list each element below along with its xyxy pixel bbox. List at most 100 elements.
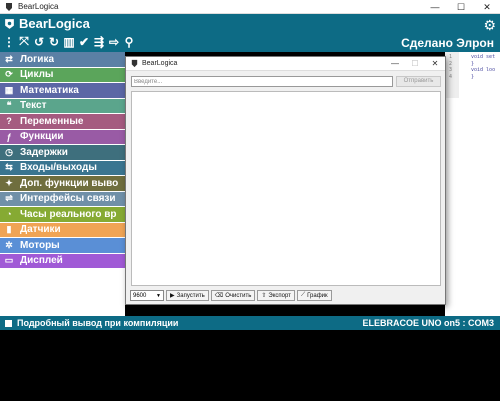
- toolbox-category-label: Функции: [20, 131, 64, 143]
- function-icon: ƒ: [6, 131, 12, 142]
- serial-output: [131, 91, 441, 286]
- text-icon: ❝: [6, 100, 12, 111]
- chart-icon: ⟋: [300, 292, 306, 298]
- toolbox-category-label: Переменные: [20, 115, 84, 127]
- toolbox-category-label: Логика: [20, 53, 55, 65]
- variable-icon: ?: [6, 116, 12, 127]
- timer-icon: ◷: [5, 146, 13, 157]
- sensor-icon: ▮: [6, 224, 12, 235]
- board-port-label: ELEBRACOE UNO on5 : COM3: [362, 318, 494, 328]
- verbose-label: Подробный вывод при компиляции: [17, 318, 179, 328]
- toolbox-category-label: Часы реального вр: [20, 208, 117, 220]
- math-icon: ▦: [4, 84, 14, 95]
- maximize-button[interactable]: ☐: [448, 0, 474, 14]
- export-icon: ⇧: [261, 293, 267, 299]
- chevron-down-icon: ▼: [156, 292, 161, 299]
- toolbox-category[interactable]: ƒ Функции: [0, 129, 125, 144]
- serial-minimize-button[interactable]: —: [385, 57, 405, 71]
- code-editor[interactable]: 1 void set 2} 3 void loo 4}: [445, 52, 500, 98]
- toolbox-category[interactable]: ⇌ Интерфейсы связи: [0, 191, 125, 206]
- toolbox-category-label: Циклы: [20, 69, 54, 81]
- serial-monitor-window: BearLogica — ☐ ✕ Отправить 9600 ▼ ▶Запус…: [125, 56, 446, 305]
- play-icon: ▶: [170, 293, 175, 299]
- baud-rate-select[interactable]: 9600 ▼: [130, 290, 164, 301]
- eraser-icon: ⌫: [214, 293, 224, 299]
- serial-window-titlebar: BearLogica — ☐ ✕: [126, 57, 445, 71]
- check-icon[interactable]: ✔: [78, 35, 90, 49]
- serial-close-button[interactable]: ✕: [425, 57, 445, 71]
- serial-maximize-button: ☐: [411, 58, 419, 68]
- motor-icon: ✲: [5, 239, 13, 250]
- line-number: 3: [449, 67, 453, 73]
- more-vert-icon[interactable]: ⋮: [3, 35, 15, 49]
- status-bar: Подробный вывод при компиляции ELEBRACOE…: [0, 316, 500, 330]
- toolbox-category-label: Входы/выходы: [20, 162, 97, 174]
- code-line: void set: [471, 54, 496, 60]
- settings-gear-icon[interactable]: ⚙: [483, 17, 496, 34]
- toolbox-category[interactable]: ? Переменные: [0, 114, 125, 129]
- minimize-button[interactable]: —: [422, 0, 448, 14]
- code-line: }: [471, 60, 475, 67]
- undo-icon[interactable]: ↺: [33, 35, 45, 49]
- app-header: BearLogica ⚙ ⋮ ⤧ ↺ ↻ ▥ ✔ ⇶ ⇨ ⚲ Сделано Э…: [0, 14, 500, 52]
- toolbox-category[interactable]: ❝ Текст: [0, 98, 125, 113]
- verbose-checkbox[interactable]: [5, 319, 12, 327]
- film-icon[interactable]: ▥: [63, 35, 75, 49]
- code-line: void loo: [471, 67, 496, 73]
- play-button[interactable]: ▶ Запустить: [166, 290, 209, 301]
- redo-icon[interactable]: ↻: [48, 35, 60, 49]
- toolbox-category-label: Текст: [20, 100, 47, 112]
- toolbox-category-label: Задержки: [20, 146, 68, 158]
- io-icon: ⇆: [5, 162, 13, 173]
- toolbox-category[interactable]: ⟳ Циклы: [0, 67, 125, 82]
- loop-icon: ⟳: [5, 69, 13, 80]
- toolbox-category[interactable]: ✦ Доп. функции выво: [0, 176, 125, 191]
- usb-icon[interactable]: ⇶: [93, 35, 105, 49]
- toolbox-category[interactable]: ⇄ Логика: [0, 52, 125, 67]
- toolbar: ⋮ ⤧ ↺ ↻ ▥ ✔ ⇶ ⇨ ⚲: [3, 34, 135, 49]
- blocks-toolbox: ⇄ Логика ⟳ Циклы ▦ Математика ❝ Текст? Переменны…: [0, 52, 125, 316]
- button-label: Очистить: [225, 292, 252, 299]
- export-icon[interactable]: ⇨: [108, 35, 120, 49]
- toolbox-category[interactable]: ✲ Моторы: [0, 238, 125, 253]
- serial-window-title: BearLogica: [142, 60, 178, 67]
- made-by-label: Сделано Элрон: [401, 36, 494, 50]
- app-title: BearLogica: [19, 16, 90, 31]
- baud-rate-value: 9600: [133, 292, 147, 299]
- send-button[interactable]: Отправить: [396, 76, 441, 87]
- clock-icon: ◔: [6, 209, 12, 220]
- line-number: 1: [449, 54, 453, 60]
- line-number: 4: [449, 73, 453, 80]
- fullscreen-icon[interactable]: ⤧: [18, 34, 30, 48]
- bear-logo-icon: [131, 59, 138, 68]
- export-button[interactable]: ⇧ Экспорт: [257, 290, 295, 301]
- logic-icon: ⇄: [5, 53, 13, 64]
- eraser-button[interactable]: ⌫ Очистить: [210, 290, 256, 301]
- button-label: Экспорт: [268, 292, 291, 299]
- interface-icon: ⇌: [5, 193, 13, 204]
- serial-input[interactable]: [131, 76, 393, 87]
- toolbox-category-label: Интерфейсы связи: [20, 193, 116, 205]
- toolbox-category[interactable]: ▮ Датчики: [0, 222, 125, 237]
- close-button[interactable]: ✕: [474, 0, 500, 14]
- toolbox-category[interactable]: ▦ Математика: [0, 83, 125, 98]
- toolbox-category-label: Моторы: [20, 239, 60, 251]
- search-icon[interactable]: ⚲: [123, 35, 135, 49]
- toolbox-category-label: Дисплей: [20, 255, 63, 267]
- toolbox-category-label: Датчики: [20, 224, 61, 236]
- toolbox-category[interactable]: ◷ Задержки: [0, 145, 125, 160]
- wand-icon: ✦: [5, 177, 13, 188]
- toolbox-category-label: Математика: [20, 84, 79, 96]
- button-label: График: [307, 292, 328, 299]
- os-window-title: BearLogica: [18, 2, 59, 11]
- chart-button[interactable]: ⟋ График: [296, 290, 332, 301]
- bear-logo-icon: [6, 2, 12, 11]
- toolbox-category[interactable]: ◔ Часы реального вр: [0, 207, 125, 222]
- toolbox-category[interactable]: ▭ Дисплей: [0, 253, 125, 268]
- display-icon: ▭: [4, 255, 14, 266]
- code-line: }: [471, 73, 475, 80]
- line-number: 2: [449, 60, 453, 67]
- toolbox-category[interactable]: ⇆ Входы/выходы: [0, 160, 125, 175]
- console-area: [0, 330, 500, 401]
- bear-logo-icon: [5, 18, 14, 29]
